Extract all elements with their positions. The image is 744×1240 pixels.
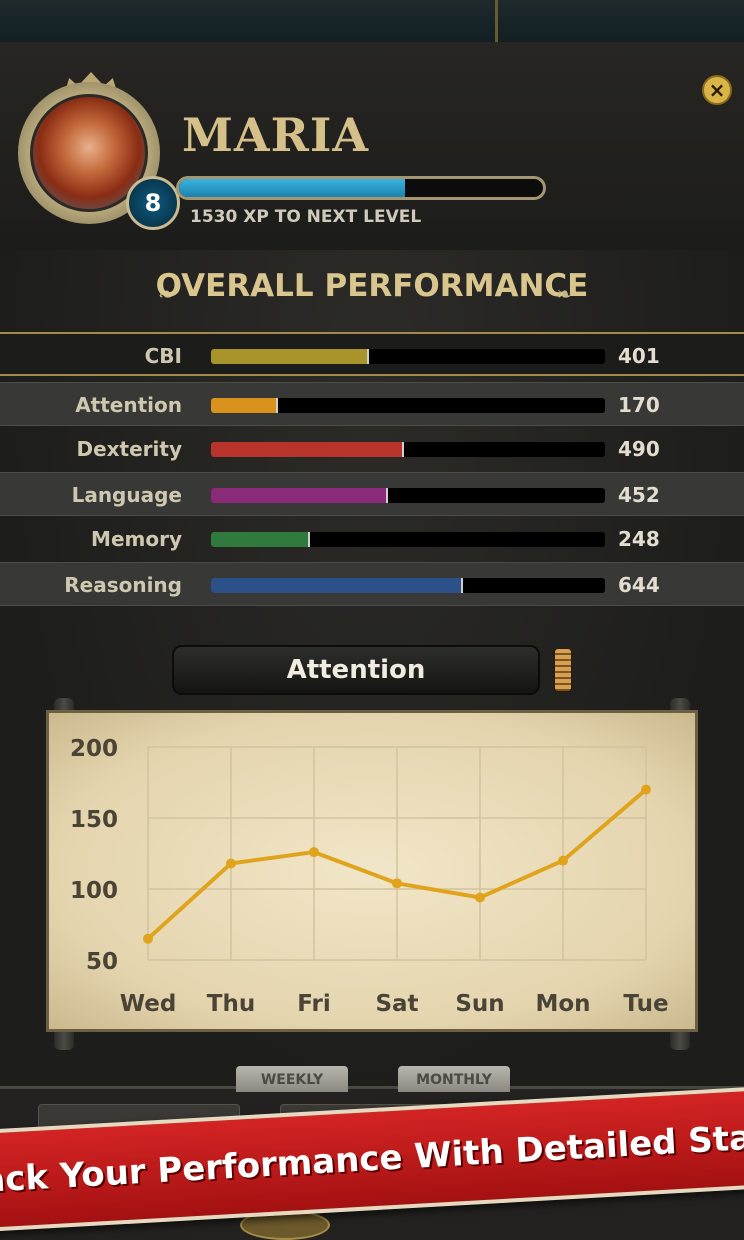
data-point[interactable] xyxy=(641,784,651,795)
player-name: MARIA xyxy=(182,108,370,162)
y-tick-label: 50 xyxy=(86,949,118,975)
data-point[interactable] xyxy=(475,892,485,903)
promo-banner-text: Track Your Performance With Detailed Sta… xyxy=(0,1115,744,1203)
selector-knob-icon[interactable] xyxy=(554,648,572,692)
attention-line-chart: 50 100 150 200 Wed Thu Fri Sat Sun Mon Tue xyxy=(70,736,669,1017)
stat-bar xyxy=(211,442,605,457)
xp-to-next-level: 1530 XP TO NEXT LEVEL xyxy=(190,207,422,227)
stat-value: 644 xyxy=(618,573,660,597)
x-tick-label: Wed xyxy=(120,991,177,1017)
tab-weekly[interactable]: WEEKLY xyxy=(236,1066,348,1092)
stat-label: Memory xyxy=(91,527,182,551)
stat-bar xyxy=(211,349,605,364)
stat-row-language[interactable]: Language 452 xyxy=(0,472,744,516)
x-tick-label: Mon xyxy=(535,991,590,1017)
stat-label: Language xyxy=(71,483,182,507)
stat-label: CBI xyxy=(144,344,182,368)
stat-row-attention[interactable]: Attention 170 xyxy=(0,382,744,426)
xp-progress-fill xyxy=(179,179,405,197)
y-tick-label: 100 xyxy=(70,878,118,904)
x-tick-label: Fri xyxy=(297,991,330,1017)
stat-bar-fill xyxy=(211,578,464,593)
data-point[interactable] xyxy=(392,878,402,889)
data-point[interactable] xyxy=(558,855,568,866)
stat-bar xyxy=(211,532,605,547)
stat-bar-fill xyxy=(211,488,389,503)
level-badge: 8 xyxy=(126,176,180,230)
chart-category-selector[interactable]: Attention xyxy=(172,645,540,695)
x-tick-label: Thu xyxy=(207,991,255,1017)
y-tick-label: 200 xyxy=(70,736,118,762)
stat-label: Attention xyxy=(75,393,182,417)
stat-value: 401 xyxy=(618,344,660,368)
stat-bar xyxy=(211,578,605,593)
stat-bar-fill xyxy=(211,398,278,413)
stat-bar-fill xyxy=(211,442,405,457)
stat-value: 248 xyxy=(618,527,660,551)
stat-bar xyxy=(211,488,605,503)
stat-bar xyxy=(211,398,605,413)
stat-row-reasoning[interactable]: Reasoning 644 xyxy=(0,562,744,606)
data-point[interactable] xyxy=(309,847,319,858)
stat-value: 490 xyxy=(618,437,660,461)
stat-label: Dexterity xyxy=(76,437,182,461)
flourish-right-icon: ❧ xyxy=(556,282,573,306)
stat-value: 452 xyxy=(618,483,660,507)
data-point[interactable] xyxy=(226,858,236,869)
data-point[interactable] xyxy=(143,933,153,944)
top-strip xyxy=(0,0,744,42)
stat-row-cbi[interactable]: CBI 401 xyxy=(0,332,744,376)
stat-row-dexterity[interactable]: Dexterity 490 xyxy=(0,427,744,471)
x-tick-label: Sun xyxy=(455,991,504,1017)
x-tick-label: Sat xyxy=(375,991,418,1017)
x-tick-label: Tue xyxy=(623,991,668,1017)
tab-monthly[interactable]: MONTHLY xyxy=(398,1066,510,1092)
stat-bar-fill xyxy=(211,349,369,364)
y-tick-label: 150 xyxy=(70,807,118,833)
xp-progress-bar xyxy=(176,176,546,200)
stat-row-memory[interactable]: Memory 248 xyxy=(0,517,744,561)
section-title: OVERALL PERFORMANCE xyxy=(155,268,589,304)
stat-bar-fill xyxy=(211,532,310,547)
close-button[interactable]: × xyxy=(702,75,732,105)
stat-value: 170 xyxy=(618,393,660,417)
stat-label: Reasoning xyxy=(64,573,182,597)
